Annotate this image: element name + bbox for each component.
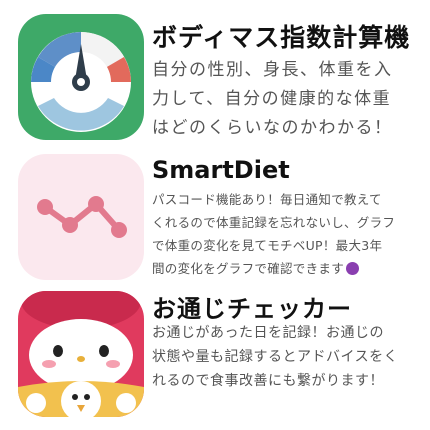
character-icon[interactable] [18, 291, 144, 417]
app-description-checker: お通じがあった日を記録！お通じの 状態や量も記録するとアドバイスをく れるので食… [152, 325, 399, 389]
app-name-checker: お通じチェッカー [152, 295, 352, 323]
app-description-bmi: 自分の性別、身長、体重を入 力して、自分の健康的な体重 はどのくらいなのかわかる… [152, 60, 393, 138]
app-name-smartdiet: SmartDiet [152, 156, 290, 184]
emoji-icon [346, 262, 360, 275]
weight-graph-icon[interactable] [18, 154, 144, 280]
app-description-smartdiet: パスコード機能あり！毎日通知で教えて くれるので体重記録を忘れないし、グラフ で… [152, 188, 428, 282]
app-row-bmi[interactable]: ボディマス指数計算機 自分の性別、身長、体重を入 力して、自分の健康的な体重 は… [0, 0, 430, 150]
app-description-smartdiet-text: パスコード機能あり！毎日通知で教えて くれるので体重記録を忘れないし、グラフ で… [152, 192, 396, 276]
bmi-gauge-icon[interactable] [18, 14, 144, 140]
app-row-checker[interactable]: お通じチェッカー お通じがあった日を記録！お通じの 状態や量も記録するとアドバイ… [0, 285, 430, 430]
app-name-bmi: ボディマス指数計算機 [152, 23, 411, 52]
app-row-smartdiet[interactable]: SmartDiet パスコード機能あり！毎日通知で教えて くれるので体重記録を忘… [0, 150, 430, 285]
